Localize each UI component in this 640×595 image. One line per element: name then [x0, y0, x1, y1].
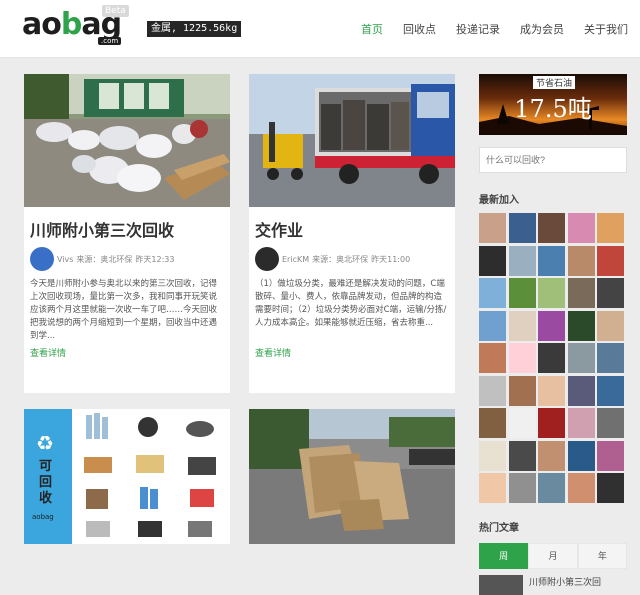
- member-avatar[interactable]: [597, 440, 624, 471]
- post-card[interactable]: [249, 409, 455, 544]
- member-avatar[interactable]: [479, 375, 506, 406]
- tab-year[interactable]: 年: [577, 543, 627, 569]
- poster-brand: aobag: [32, 513, 54, 521]
- post-meta: EricKM 来源：奥北环保 昨天11:00: [255, 247, 455, 271]
- sidebar: 节省石油 17.5吨 最新加入 热门文章 周 月 年 川师附小第三次回: [479, 74, 629, 595]
- nav-home[interactable]: 首页: [361, 21, 383, 37]
- member-avatar[interactable]: [479, 408, 506, 438]
- member-avatar[interactable]: [479, 473, 506, 503]
- post-photo-cardboard-street[interactable]: [249, 409, 455, 544]
- recycle-icon: ♻: [36, 431, 54, 455]
- member-avatar[interactable]: [597, 245, 624, 276]
- logo-com-tag: .com: [98, 37, 122, 45]
- post-title[interactable]: 川师附小第三次回收: [30, 217, 230, 241]
- member-avatar[interactable]: [538, 408, 565, 438]
- member-avatar[interactable]: [479, 245, 506, 276]
- post-card[interactable]: 川师附小第三次回收 Vivs 来源：奥北环保 昨天12:33 今天是川师附小参与…: [24, 74, 230, 393]
- read-more-link[interactable]: 查看详情: [255, 346, 455, 359]
- member-avatar[interactable]: [597, 375, 624, 406]
- post-card[interactable]: ♻ 可回收 aobag: [24, 409, 230, 544]
- member-avatar[interactable]: [567, 473, 595, 503]
- member-avatar[interactable]: [538, 375, 565, 406]
- oil-saved-value: 17.5吨: [514, 95, 592, 123]
- nav-delivery-records[interactable]: 投递记录: [456, 21, 500, 37]
- member-avatar[interactable]: [567, 408, 595, 438]
- member-avatar[interactable]: [508, 473, 536, 503]
- oil-saved-banner: 节省石油 17.5吨: [479, 74, 627, 135]
- post-excerpt: （1）做垃圾分类，最难还是解决发动的问题，C端散碎、量小、费人，依靠品牌发动，但…: [255, 279, 447, 328]
- hot-article-title[interactable]: 川师附小第三次回: [529, 575, 601, 588]
- nav-about-us[interactable]: 关于我们: [584, 21, 628, 37]
- post-card[interactable]: 交作业 EricKM 来源：奥北环保 昨天11:00 （1）做垃圾分类，最难还是…: [249, 74, 455, 393]
- tab-month[interactable]: 月: [528, 543, 578, 569]
- member-avatar[interactable]: [567, 213, 595, 243]
- hot-articles-tabs: 周 月 年: [479, 543, 627, 569]
- member-avatar[interactable]: [597, 213, 624, 243]
- post-author[interactable]: Vivs: [57, 255, 73, 264]
- member-avatar[interactable]: [508, 408, 536, 438]
- metal-stat-badge: 金属, 1225.56kg: [147, 21, 242, 37]
- post-time: 昨天11:00: [371, 254, 411, 264]
- member-avatar[interactable]: [508, 440, 536, 471]
- member-avatar[interactable]: [538, 278, 565, 308]
- new-members-title: 最新加入: [479, 195, 519, 206]
- post-meta: Vivs 来源：奥北环保 昨天12:33: [30, 247, 230, 271]
- member-avatar[interactable]: [538, 213, 565, 243]
- member-avatar[interactable]: [508, 343, 536, 373]
- member-avatar[interactable]: [508, 245, 536, 276]
- recyclable-items-illustration: [84, 413, 216, 537]
- member-avatar[interactable]: [508, 213, 536, 243]
- member-avatar[interactable]: [538, 310, 565, 341]
- member-avatar[interactable]: [538, 440, 565, 471]
- new-members-grid: [479, 213, 629, 503]
- post-source: 来源：奥北环保: [312, 254, 369, 264]
- post-title[interactable]: 交作业: [255, 217, 455, 241]
- member-avatar[interactable]: [567, 375, 595, 406]
- member-avatar[interactable]: [538, 245, 565, 276]
- member-avatar[interactable]: [597, 408, 624, 438]
- recyclable-poster[interactable]: ♻ 可回收 aobag: [24, 409, 230, 544]
- member-avatar[interactable]: [508, 375, 536, 406]
- read-more-link[interactable]: 查看详情: [30, 346, 230, 359]
- member-avatar[interactable]: [538, 473, 565, 503]
- author-avatar[interactable]: [255, 247, 279, 271]
- nav-recycle-points[interactable]: 回收点: [403, 21, 436, 37]
- hot-article-thumb[interactable]: [479, 575, 523, 595]
- member-avatar[interactable]: [567, 343, 595, 373]
- member-avatar[interactable]: [567, 278, 595, 308]
- post-time: 昨天12:33: [135, 254, 175, 264]
- member-avatar[interactable]: [479, 213, 506, 243]
- poster-recyclable-label: 可回收: [39, 459, 53, 506]
- member-avatar[interactable]: [479, 440, 506, 471]
- post-excerpt: 今天是川师附小参与奥北以来的第三次回收，记得上次回收现场，量比第一次多，我和同事…: [30, 279, 218, 341]
- member-avatar[interactable]: [508, 310, 536, 341]
- member-avatar[interactable]: [567, 310, 595, 341]
- oil-saved-label: 节省石油: [533, 76, 576, 89]
- member-avatar[interactable]: [567, 440, 595, 471]
- author-avatar[interactable]: [30, 247, 54, 271]
- beta-badge: Beta: [102, 5, 129, 17]
- site-header: aobag .com Beta 金属, 1225.56kg 首页 回收点 投递记…: [0, 0, 640, 58]
- nav-become-member[interactable]: 成为会员: [520, 21, 564, 37]
- member-avatar[interactable]: [479, 343, 506, 373]
- member-avatar[interactable]: [479, 310, 506, 341]
- post-photo-truck-loading[interactable]: [249, 74, 455, 207]
- member-avatar[interactable]: [597, 278, 624, 308]
- member-avatar[interactable]: [597, 310, 624, 341]
- member-avatar[interactable]: [567, 245, 595, 276]
- member-avatar[interactable]: [508, 278, 536, 308]
- member-avatar[interactable]: [597, 473, 624, 503]
- main-nav: 首页 回收点 投递记录 成为会员 关于我们: [361, 21, 628, 37]
- member-avatar[interactable]: [479, 278, 506, 308]
- post-photo-recycling-site[interactable]: [24, 74, 230, 207]
- hot-articles-title: 热门文章: [479, 523, 519, 534]
- member-avatar[interactable]: [597, 343, 624, 373]
- member-avatar[interactable]: [538, 343, 565, 373]
- post-source: 来源：奥北环保: [76, 254, 133, 264]
- hot-article-item[interactable]: 川师附小第三次回: [479, 575, 629, 595]
- tab-week[interactable]: 周: [479, 543, 529, 569]
- post-author[interactable]: EricKM: [282, 255, 309, 264]
- search-input[interactable]: [479, 147, 627, 173]
